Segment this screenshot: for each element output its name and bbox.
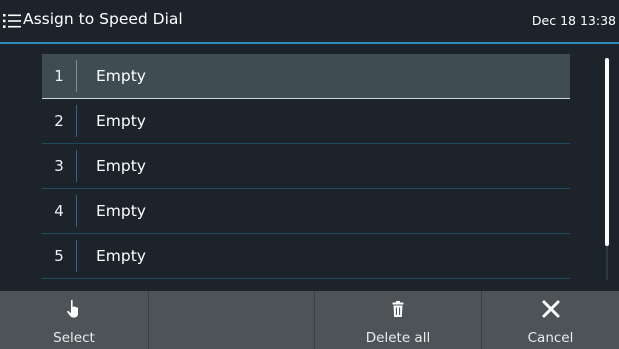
list-item-number: 1 <box>54 67 64 85</box>
list-item-3[interactable]: 3 Empty <box>42 144 570 189</box>
speed-dial-list: 1 Empty 2 Empty 3 Empty 4 Empty 5 Empty <box>42 54 570 279</box>
list-item-5[interactable]: 5 Empty <box>42 234 570 279</box>
list-menu-icon[interactable] <box>3 13 21 29</box>
list-item-label: Empty <box>96 112 146 130</box>
date-time: Dec 18 13:38 <box>531 13 616 28</box>
delete-all-label: Delete all <box>365 330 431 346</box>
select-button[interactable]: Select <box>0 291 149 349</box>
row-divider <box>76 150 77 182</box>
list-item-label: Empty <box>96 157 146 175</box>
row-divider <box>76 240 77 272</box>
softkey-bar: Select Delete all Cancel <box>0 291 619 349</box>
list-item-4[interactable]: 4 Empty <box>42 189 570 234</box>
row-divider <box>76 195 77 227</box>
list-item-number: 5 <box>54 247 64 265</box>
list-item-2[interactable]: 2 Empty <box>42 99 570 144</box>
list-item-number: 4 <box>54 202 64 220</box>
row-divider <box>76 60 77 92</box>
list-item-label: Empty <box>96 67 146 85</box>
scrollbar-thumb[interactable] <box>605 58 609 246</box>
select-label: Select <box>53 330 95 346</box>
empty-softkey[interactable] <box>149 291 315 349</box>
delete-all-button[interactable]: Delete all <box>315 291 482 349</box>
list-item-number: 3 <box>54 157 64 175</box>
close-icon <box>542 300 559 318</box>
header-bar: Assign to Speed Dial Dec 18 13:38 <box>0 0 619 44</box>
cancel-button[interactable]: Cancel <box>482 291 619 349</box>
phone-screen: Assign to Speed Dial Dec 18 13:38 1 Empt… <box>0 0 619 349</box>
list-item-label: Empty <box>96 247 146 265</box>
hand-pointer-icon <box>67 299 78 318</box>
cancel-label: Cancel <box>527 330 574 346</box>
page-title: Assign to Speed Dial <box>23 10 183 28</box>
list-item-number: 2 <box>54 112 64 130</box>
list-item-1[interactable]: 1 Empty <box>42 54 570 99</box>
trash-icon <box>392 301 404 317</box>
list-item-label: Empty <box>96 202 146 220</box>
row-divider <box>76 105 77 137</box>
